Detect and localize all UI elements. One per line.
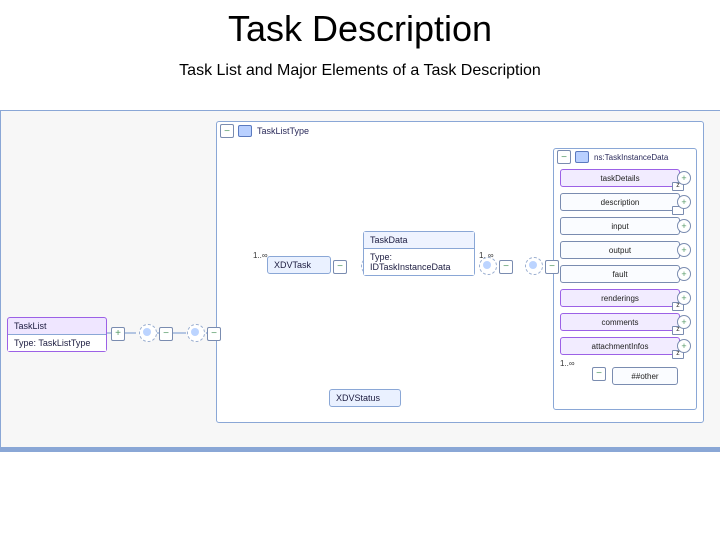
slide-title: Task Description <box>0 8 720 50</box>
expand-icon[interactable]: + <box>677 315 691 329</box>
attr-comments[interactable]: comments+ <box>560 313 680 331</box>
attr-label: comments <box>602 318 639 327</box>
attr-label: input <box>611 222 628 231</box>
container-label: TaskListType <box>257 126 309 136</box>
type-icon <box>575 151 589 163</box>
expand-icon[interactable]: + <box>677 267 691 281</box>
entity-xdvtask[interactable]: XDVTask <box>267 256 331 274</box>
expand-icon[interactable]: + <box>111 327 125 341</box>
collapse-icon[interactable]: − <box>207 327 221 341</box>
attr-label: taskDetails <box>600 174 639 183</box>
expand-icon[interactable]: + <box>677 195 691 209</box>
sequence-icon <box>139 324 157 342</box>
collapse-icon[interactable]: − <box>159 327 173 341</box>
cardinality-label: 1..∞ <box>560 359 575 368</box>
cardinality-label: 1..∞ <box>253 251 268 260</box>
attr-fault[interactable]: fault+ <box>560 265 680 283</box>
choice-icon <box>479 257 497 275</box>
entity-name: TaskData <box>364 232 474 248</box>
entity-type: Type: TaskListType <box>8 334 106 351</box>
expand-icon[interactable]: + <box>677 291 691 305</box>
attr-label: ##other <box>631 372 658 381</box>
entity-tasklist[interactable]: TaskList Type: TaskListType <box>7 317 107 352</box>
choice-icon <box>187 324 205 342</box>
attr-input[interactable]: input+ <box>560 217 680 235</box>
slide: Task Description Task List and Major Ele… <box>0 0 720 540</box>
attr-label: fault <box>612 270 627 279</box>
collapse-icon[interactable]: − <box>499 260 513 274</box>
expand-icon[interactable]: + <box>677 171 691 185</box>
sequence-icon <box>525 257 543 275</box>
slide-subtitle: Task List and Major Elements of a Task D… <box>0 62 720 80</box>
instance-data-header: − ns:TaskInstanceData <box>554 149 696 165</box>
entity-name: TaskList <box>8 318 106 334</box>
entity-taskdata[interactable]: TaskData Type: IDTaskInstanceData <box>363 231 475 276</box>
attr-renderings[interactable]: renderings+ <box>560 289 680 307</box>
attr-other[interactable]: ##other <box>612 367 678 385</box>
entity-type: Type: IDTaskInstanceData <box>364 248 474 275</box>
type-icon <box>238 125 252 137</box>
entity-xdvstatus[interactable]: XDVStatus <box>329 389 401 407</box>
attr-label: renderings <box>601 294 639 303</box>
attr-output[interactable]: output+ <box>560 241 680 259</box>
collapse-icon[interactable]: − <box>220 124 234 138</box>
attr-attachmentInfos[interactable]: attachmentInfos+ <box>560 337 680 355</box>
container-header: − TaskListType <box>217 122 703 140</box>
expand-icon[interactable]: + <box>677 243 691 257</box>
attr-label: output <box>609 246 631 255</box>
expand-icon[interactable]: + <box>677 339 691 353</box>
attr-label: description <box>601 198 640 207</box>
collapse-icon[interactable]: − <box>333 260 347 274</box>
instance-data-label: ns:TaskInstanceData <box>594 153 668 162</box>
collapse-icon[interactable]: − <box>557 150 571 164</box>
expand-icon[interactable]: + <box>677 219 691 233</box>
attr-description[interactable]: description+ <box>560 193 680 211</box>
instance-data-panel: − ns:TaskInstanceData taskDetails+ descr… <box>553 148 697 410</box>
entity-name: XDVTask <box>268 257 330 273</box>
collapse-icon[interactable]: − <box>592 367 606 381</box>
attr-label: attachmentInfos <box>592 342 649 351</box>
diagram-canvas: − TaskListType − ns:TaskInstanceData tas… <box>0 110 720 452</box>
attr-taskDetails[interactable]: taskDetails+ <box>560 169 680 187</box>
collapse-icon[interactable]: − <box>545 260 559 274</box>
entity-name: XDVStatus <box>330 390 400 406</box>
